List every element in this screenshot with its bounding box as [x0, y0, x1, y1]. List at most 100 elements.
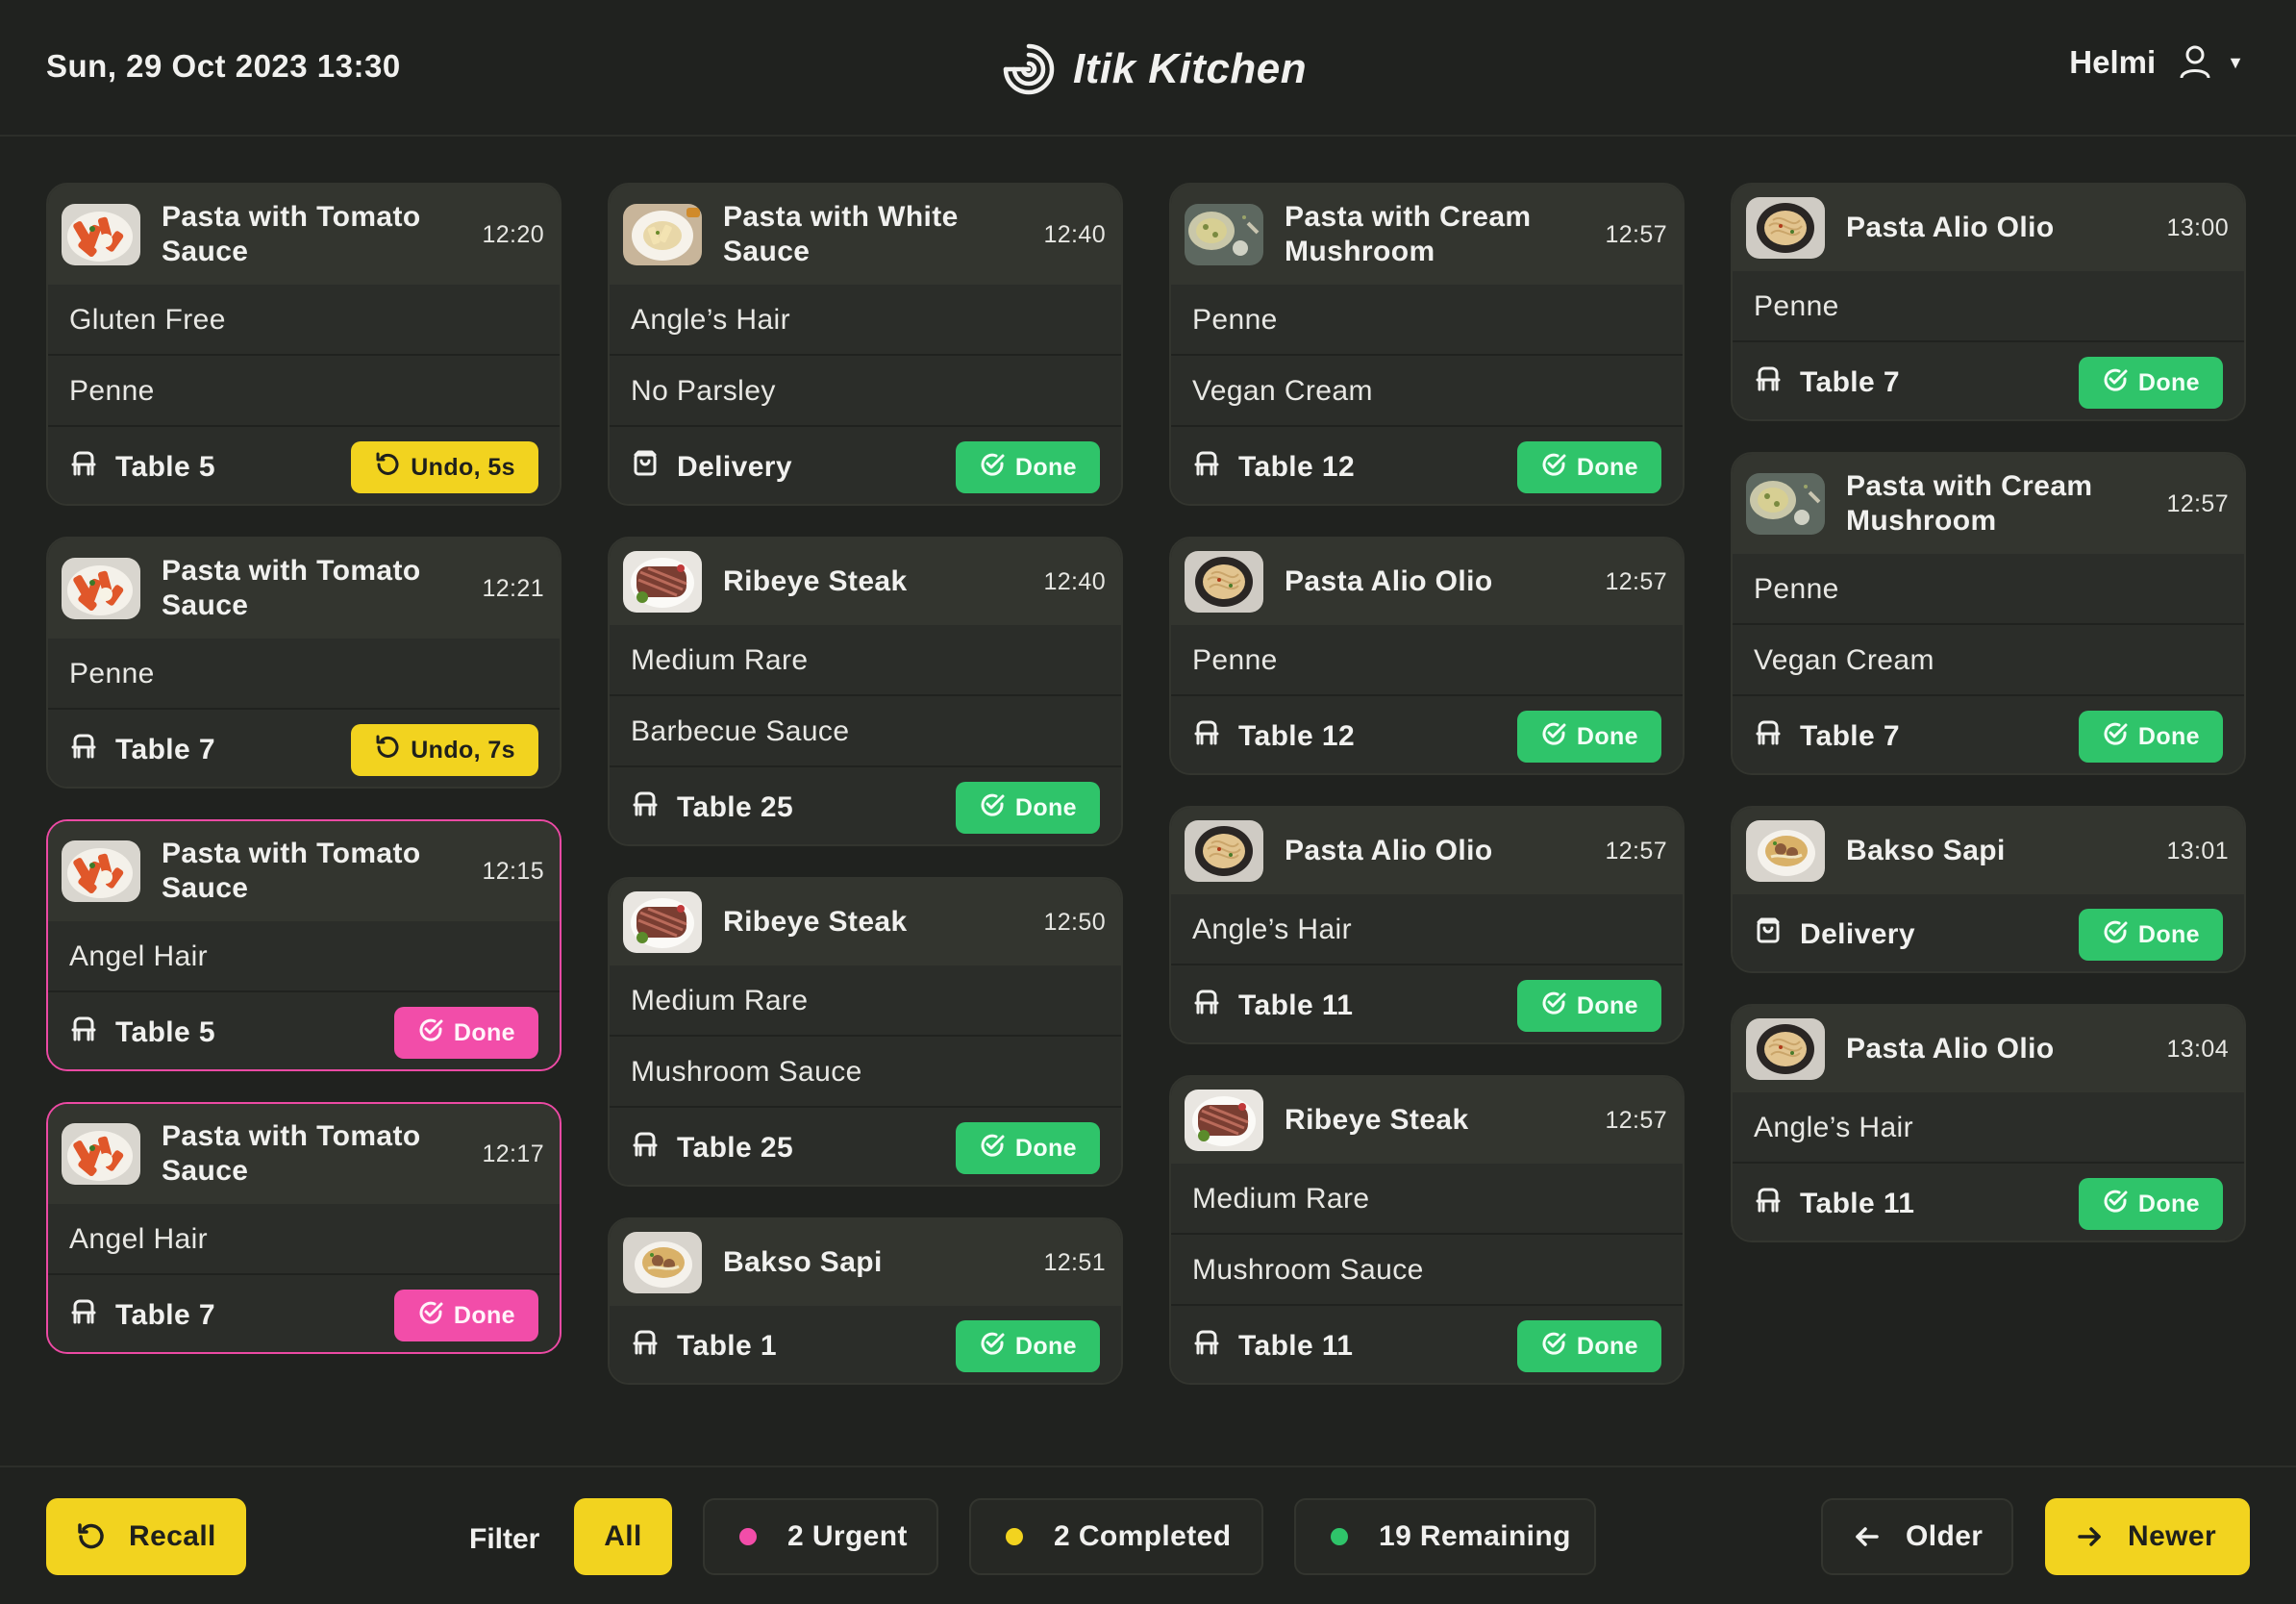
order-card-urgent[interactable]: Pasta with Tomato Sauce 12:15 Angel Hair Ta…	[46, 819, 562, 1071]
dish-thumbnail	[623, 204, 702, 265]
order-destination: Table 7	[1754, 718, 1900, 755]
order-destination: Table 11	[1192, 988, 1353, 1024]
order-modifier: Penne	[48, 356, 560, 427]
order-grid: Pasta with Tomato Sauce 12:20 Gluten Free P…	[46, 183, 2250, 1433]
bag-icon	[1754, 916, 1783, 953]
order-card[interactable]: Pasta Alio Olio 13:04 Angle’s Hair Table 11…	[1731, 1004, 2246, 1242]
order-modifier: Vegan Cream	[1733, 625, 2244, 696]
order-footer: Table 25 Done	[610, 767, 1121, 844]
dish-name: Pasta with Cream Mushroom	[1846, 470, 2093, 537]
order-time: 12:40	[1043, 220, 1106, 248]
action-label: Done	[1014, 453, 1077, 481]
order-destination: Table 25	[631, 789, 793, 826]
order-time: 12:20	[482, 220, 544, 248]
undo-button[interactable]: Undo, 7s	[351, 724, 538, 776]
done-button[interactable]: Done	[2078, 909, 2223, 961]
order-footer: Table 7 Done	[1733, 342, 2244, 419]
done-button[interactable]: Done	[955, 441, 1100, 493]
filter-chip[interactable]: 19 Remaining	[1294, 1498, 1596, 1575]
dish-thumbnail	[1746, 820, 1825, 882]
order-card[interactable]: Pasta Alio Olio 12:57 Penne Table 12 Done	[1169, 537, 1685, 775]
order-time: 12:57	[1605, 1106, 1667, 1134]
done-button[interactable]: Done	[2078, 1178, 2223, 1230]
done-button[interactable]: Done	[393, 1290, 538, 1341]
chair-icon	[69, 1297, 98, 1334]
order-card[interactable]: Pasta Alio Olio 12:57 Angle’s Hair Table 11…	[1169, 806, 1685, 1044]
order-footer: Delivery Done	[1733, 894, 2244, 971]
done-button[interactable]: Done	[1516, 711, 1661, 763]
dish-thumbnail	[1746, 473, 1825, 535]
order-footer: Table 11 Done	[1733, 1164, 2244, 1241]
filter-chip[interactable]: 2 Completed	[969, 1498, 1263, 1575]
dish-name: Pasta with Tomato Sauce	[162, 838, 421, 904]
done-button[interactable]: Done	[1516, 980, 1661, 1032]
done-button[interactable]: Done	[1516, 441, 1661, 493]
done-button[interactable]: Done	[393, 1007, 538, 1059]
check-circle-icon	[979, 1132, 1006, 1165]
action-label: Done	[1576, 722, 1638, 750]
order-destination: Table 1	[631, 1328, 777, 1365]
chair-icon	[1754, 718, 1783, 755]
order-card[interactable]: Ribeye Steak 12:57 Medium Rare Mushroom Sau…	[1169, 1075, 1685, 1385]
brand-logo-icon	[1003, 43, 1055, 95]
action-label: Done	[1014, 1332, 1077, 1360]
order-header: Pasta Alio Olio 13:04	[1733, 1006, 2244, 1092]
done-button[interactable]: Done	[2078, 357, 2223, 409]
order-modifier: Medium Rare	[1171, 1164, 1683, 1235]
order-card[interactable]: Pasta with Cream Mushroom 12:57 Penne Vegan…	[1169, 183, 1685, 506]
undo-button[interactable]: Undo, 5s	[351, 441, 538, 493]
done-button[interactable]: Done	[1516, 1320, 1661, 1372]
order-card-urgent[interactable]: Pasta with Tomato Sauce 12:17 Angel Hair Ta…	[46, 1102, 562, 1354]
chair-icon	[1754, 364, 1783, 401]
order-card[interactable]: Pasta with Tomato Sauce 12:21 Penne Table 7…	[46, 537, 562, 789]
recall-button[interactable]: Recall	[46, 1498, 246, 1575]
undo-icon	[374, 734, 401, 767]
order-header: Pasta with Tomato Sauce 12:17	[48, 1104, 560, 1204]
order-modifier: Penne	[1733, 271, 2244, 342]
user-menu[interactable]: Helmi ▼	[2069, 44, 2244, 81]
order-modifier: Angel Hair	[48, 921, 560, 992]
filter-chip[interactable]: All	[574, 1498, 672, 1575]
order-footer: Table 11 Done	[1171, 1306, 1683, 1383]
destination-label: Table 12	[1238, 451, 1356, 483]
older-button[interactable]: Older	[1821, 1498, 2013, 1575]
brand: Itik Kitchen	[1000, 38, 1307, 100]
order-modifier: Penne	[48, 639, 560, 710]
order-destination: Table 11	[1192, 1328, 1353, 1365]
chair-icon	[1192, 1328, 1221, 1365]
order-footer: Table 7 Undo, 7s	[48, 710, 560, 787]
order-modifier: Angle’s Hair	[1171, 894, 1683, 965]
done-button[interactable]: Done	[955, 1122, 1100, 1174]
order-card[interactable]: Pasta with White Sauce 12:40 Angle’s Hair N…	[608, 183, 1123, 506]
order-card[interactable]: Ribeye Steak 12:40 Medium Rare Barbecue Sau…	[608, 537, 1123, 846]
order-card[interactable]: Ribeye Steak 12:50 Medium Rare Mushroom Sau…	[608, 877, 1123, 1187]
newer-button[interactable]: Newer	[2045, 1498, 2250, 1575]
order-card[interactable]: Pasta with Cream Mushroom 12:57 Penne Vegan…	[1731, 452, 2246, 775]
chair-icon	[1192, 449, 1221, 486]
order-footer: Table 5 Undo, 5s	[48, 427, 560, 504]
order-card[interactable]: Pasta Alio Olio 13:00 Penne Table 7 Done	[1731, 183, 2246, 421]
order-footer: Table 12 Done	[1171, 696, 1683, 773]
user-icon	[2180, 45, 2210, 79]
order-card[interactable]: Bakso Sapi 13:01 Delivery Done	[1731, 806, 2246, 973]
arrow-right-icon	[2078, 1527, 2101, 1546]
order-header: Pasta Alio Olio 13:00	[1733, 185, 2244, 271]
order-header: Pasta with Tomato Sauce 12:15	[48, 821, 560, 921]
order-header: Pasta with Cream Mushroom 12:57	[1171, 185, 1683, 285]
order-modifier: Gluten Free	[48, 285, 560, 356]
filter-chip[interactable]: 2 Urgent	[703, 1498, 938, 1575]
dish-name: Ribeye Steak	[1285, 1104, 1469, 1136]
order-time: 12:57	[1605, 837, 1667, 865]
order-card[interactable]: Bakso Sapi 12:51 Table 1 Done	[608, 1217, 1123, 1385]
done-button[interactable]: Done	[955, 782, 1100, 834]
bottom-bar: Recall Filter All 2 Urgent 2 Completed 19 R…	[0, 1466, 2296, 1604]
order-card[interactable]: Pasta with Tomato Sauce 12:20 Gluten Free P…	[46, 183, 562, 506]
kitchen-display: Sun, 29 Oct 2023 13:30 Itik Kitchen Helm…	[0, 0, 2296, 1604]
done-button[interactable]: Done	[2078, 711, 2223, 763]
dish-thumbnail	[1185, 204, 1263, 265]
order-destination: Table 7	[1754, 364, 1900, 401]
order-modifier: Medium Rare	[610, 625, 1121, 696]
done-button[interactable]: Done	[955, 1320, 1100, 1372]
dish-name: Pasta Alio Olio	[1285, 565, 1493, 597]
order-header: Pasta Alio Olio 12:57	[1171, 808, 1683, 894]
